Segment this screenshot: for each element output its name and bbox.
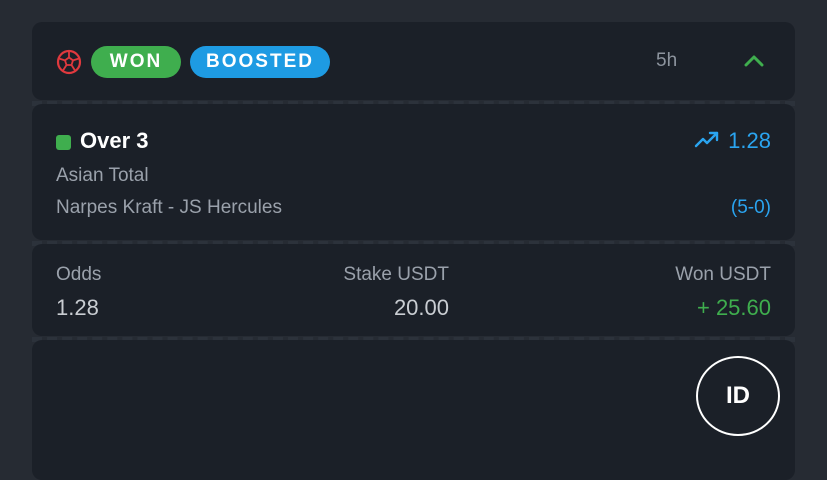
trending-up-icon xyxy=(694,131,719,148)
selection-status-indicator xyxy=(56,135,71,150)
selection-title: Over 3 xyxy=(80,128,149,153)
soccer-ball-icon xyxy=(56,49,82,75)
stake-value: 20.00 xyxy=(393,295,449,320)
id-button[interactable]: ID xyxy=(696,356,780,436)
market-name: Asian Total xyxy=(56,165,149,186)
bet-footer: ID xyxy=(32,340,795,480)
stake-label: Stake USDT xyxy=(343,264,449,285)
selection-card: Over 3 Asian Total Narpes Kraft - JS Her… xyxy=(32,104,795,240)
match-score: (5-0) xyxy=(730,197,771,218)
bet-slip-card: WON BOOSTED 5h Over 3 Asian Total Narpes… xyxy=(32,22,795,480)
won-value: + 25.60 xyxy=(696,295,771,320)
won-label: Won USDT xyxy=(675,264,771,285)
odds-value: 1.28 xyxy=(56,295,99,320)
time-ago: 5h xyxy=(656,50,678,71)
match-name: Narpes Kraft - JS Hercules xyxy=(56,197,282,218)
boosted-badge: BOOSTED xyxy=(190,46,330,78)
bet-header[interactable]: WON BOOSTED 5h xyxy=(32,22,795,100)
bet-summary: Odds 1.28 Stake USDT 20.00 Won USDT + 25… xyxy=(32,244,795,336)
odds-label: Odds xyxy=(56,264,102,285)
selection-odds: 1.28 xyxy=(728,128,771,153)
chevron-up-icon[interactable] xyxy=(742,52,766,70)
won-status-badge: WON xyxy=(91,46,181,78)
